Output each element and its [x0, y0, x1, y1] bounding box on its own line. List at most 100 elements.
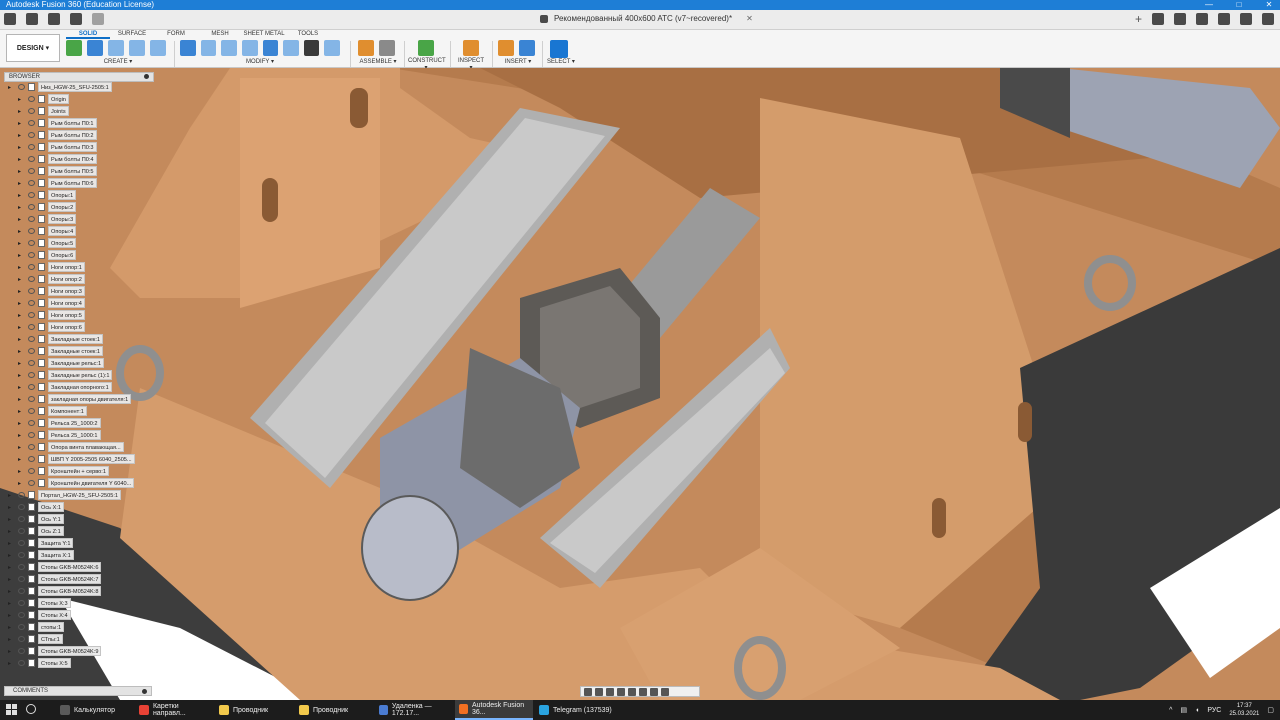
expand-arrow-icon[interactable]: ▸ — [18, 203, 24, 213]
expand-arrow-icon[interactable]: ▸ — [18, 383, 24, 393]
document-tab[interactable]: Рекомендованный 400x600 ATC (v7~recovere… — [540, 14, 753, 23]
expand-arrow-icon[interactable]: ▸ — [18, 131, 24, 141]
browser-tree-item[interactable]: ▸ Низ_HGW-25_SFU-2505:1 — [4, 82, 154, 94]
pan-icon[interactable] — [606, 688, 614, 696]
visibility-eye-icon[interactable] — [28, 132, 35, 138]
browser-tree-item[interactable]: ▸ Стопы GKB-M0524K:8 — [4, 586, 154, 598]
taskbar-app-button[interactable]: Калькулятор — [56, 700, 134, 720]
new-tab-icon[interactable]: + — [1135, 13, 1142, 25]
visibility-eye-icon[interactable] — [28, 168, 35, 174]
pin-icon[interactable] — [144, 74, 149, 79]
visibility-eye-icon[interactable] — [28, 336, 35, 342]
measure-icon[interactable] — [463, 40, 479, 56]
canvas-viewport[interactable] — [0, 68, 1280, 700]
expand-arrow-icon[interactable]: ▸ — [8, 491, 14, 501]
expand-arrow-icon[interactable]: ▸ — [18, 143, 24, 153]
volume-icon[interactable]: ◖ — [1195, 707, 1199, 714]
browser-tree-item[interactable]: ▸ Стопы X:5 — [4, 658, 154, 670]
windows-start-icon[interactable] — [6, 704, 18, 716]
expand-arrow-icon[interactable]: ▸ — [18, 287, 24, 297]
orbit-icon[interactable] — [584, 688, 592, 696]
app-grid-icon[interactable] — [4, 13, 16, 25]
tab-surface[interactable]: SURFACE — [110, 30, 154, 39]
look-at-icon[interactable] — [595, 688, 603, 696]
browser-tree-item[interactable]: ▸ Рым болты П0:3 — [4, 142, 154, 154]
insert-canvas-icon[interactable] — [519, 40, 535, 56]
expand-arrow-icon[interactable]: ▸ — [18, 119, 24, 129]
visibility-eye-icon[interactable] — [28, 180, 35, 186]
pattern-icon[interactable] — [150, 40, 166, 56]
visibility-eye-icon[interactable] — [28, 444, 35, 450]
close-document-icon[interactable]: ✕ — [746, 14, 753, 23]
extrude-icon[interactable] — [87, 40, 103, 56]
visibility-eye-icon[interactable] — [28, 240, 35, 246]
browser-tree-item[interactable]: ▸ Защита Y:1 — [4, 538, 154, 550]
create-menu[interactable]: CREATE ▾ — [66, 57, 170, 65]
help-icon[interactable] — [1240, 13, 1252, 25]
visibility-eye-icon[interactable] — [28, 216, 35, 222]
expand-arrow-icon[interactable]: ▸ — [18, 347, 24, 357]
insert-menu[interactable]: INSERT ▾ — [498, 57, 538, 65]
expand-arrow-icon[interactable]: ▸ — [18, 251, 24, 261]
visibility-eye-icon[interactable] — [28, 348, 35, 354]
visibility-eye-icon[interactable] — [18, 576, 25, 582]
tab-mesh[interactable]: MESH — [198, 30, 242, 39]
notifications-icon[interactable] — [1218, 13, 1230, 25]
account-icon[interactable] — [1262, 13, 1274, 25]
browser-tree-item[interactable]: ▸ Ноги опор:6 — [4, 322, 154, 334]
expand-arrow-icon[interactable]: ▸ — [18, 239, 24, 249]
taskbar-app-button[interactable]: Проводник — [295, 700, 373, 720]
visibility-eye-icon[interactable] — [18, 492, 25, 498]
browser-tree-item[interactable]: ▸ Ноги опор:5 — [4, 310, 154, 322]
browser-tree-item[interactable]: ▸ Ось Z:1 — [4, 526, 154, 538]
expand-arrow-icon[interactable]: ▸ — [18, 191, 24, 201]
taskbar-app-button[interactable]: Удаленка — 172.17... — [375, 700, 453, 720]
expand-arrow-icon[interactable]: ▸ — [18, 335, 24, 345]
expand-arrow-icon[interactable]: ▸ — [18, 395, 24, 405]
browser-tree-item[interactable]: ▸ Опоры:5 — [4, 238, 154, 250]
browser-tree-item[interactable]: ▸ Опоры:1 — [4, 190, 154, 202]
move-icon[interactable] — [303, 40, 320, 56]
taskbar-app-button[interactable]: Проводник — [215, 700, 293, 720]
visibility-eye-icon[interactable] — [28, 288, 35, 294]
browser-tree-item[interactable]: ▸ Опора винта плавающая... — [4, 442, 154, 454]
browser-tree-item[interactable]: ▸ Joints — [4, 106, 154, 118]
maximize-button[interactable]: □ — [1232, 0, 1246, 10]
browser-tree-item[interactable]: ▸ Компонент:1 — [4, 406, 154, 418]
visibility-eye-icon[interactable] — [18, 612, 25, 618]
visibility-eye-icon[interactable] — [18, 636, 25, 642]
revolve-icon[interactable] — [108, 40, 124, 56]
split-icon[interactable] — [283, 40, 299, 56]
browser-tree-item[interactable]: ▸ Рельса 25_1000:2 — [4, 418, 154, 430]
close-window-button[interactable]: ✕ — [1262, 0, 1276, 10]
taskbar-app-button[interactable]: Каретки направл... — [135, 700, 213, 720]
expand-arrow-icon[interactable]: ▸ — [8, 515, 14, 525]
visibility-eye-icon[interactable] — [18, 516, 25, 522]
select-menu[interactable]: SELECT ▾ — [546, 57, 576, 65]
expand-arrow-icon[interactable]: ▸ — [8, 83, 14, 93]
tab-sheet-metal[interactable]: SHEET METAL — [242, 30, 286, 39]
visibility-eye-icon[interactable] — [28, 480, 35, 486]
visibility-eye-icon[interactable] — [28, 300, 35, 306]
insert-derive-icon[interactable] — [498, 40, 514, 56]
save-icon[interactable] — [48, 13, 60, 25]
undo-icon[interactable] — [70, 13, 82, 25]
browser-tree-item[interactable]: ▸ Кронштейн двигателя Y 6040... — [4, 478, 154, 490]
browser-tree-item[interactable]: ▸ Ноги опор:1 — [4, 262, 154, 274]
visibility-eye-icon[interactable] — [28, 432, 35, 438]
expand-arrow-icon[interactable]: ▸ — [18, 479, 24, 489]
expand-arrow-icon[interactable]: ▸ — [8, 611, 14, 621]
tab-form[interactable]: FORM — [154, 30, 198, 39]
data-panel-icon[interactable] — [1152, 13, 1164, 25]
press-pull-icon[interactable] — [180, 40, 196, 56]
expand-arrow-icon[interactable]: ▸ — [18, 323, 24, 333]
expand-arrow-icon[interactable]: ▸ — [8, 623, 14, 633]
browser-tree-item[interactable]: ▸ Стопы X:4 — [4, 610, 154, 622]
browser-tree-item[interactable]: ▸ СТпы:1 — [4, 634, 154, 646]
redo-icon[interactable] — [92, 13, 104, 25]
visibility-eye-icon[interactable] — [28, 420, 35, 426]
visibility-eye-icon[interactable] — [28, 144, 35, 150]
comments-panel[interactable]: COMMENTS — [4, 686, 152, 696]
browser-tree-item[interactable]: ▸ Опоры:2 — [4, 202, 154, 214]
browser-tree-item[interactable]: ▸ Защита X:1 — [4, 550, 154, 562]
